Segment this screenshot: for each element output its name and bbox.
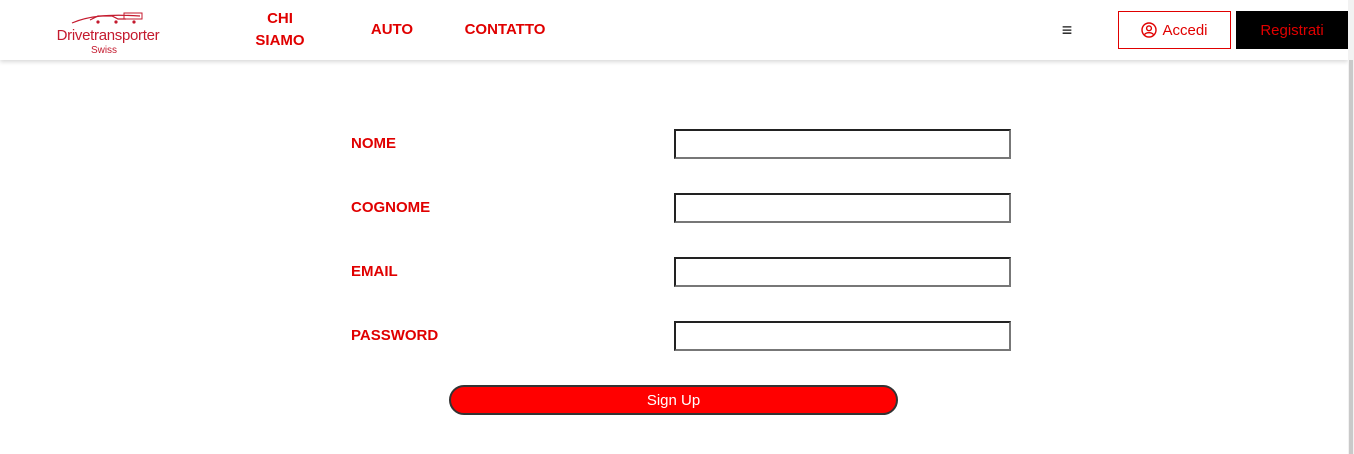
email-input[interactable]	[674, 257, 1011, 287]
brand-logo[interactable]: Drivetransporter Swiss	[48, 10, 168, 56]
user-circle-icon	[1141, 22, 1158, 38]
nav-chi-line1: CHI	[267, 10, 293, 27]
sign-up-button[interactable]: Sign Up	[449, 385, 898, 415]
nav-chi-line2: SIAMO	[255, 32, 305, 49]
cognome-input[interactable]	[674, 193, 1011, 223]
hamburger-menu-icon[interactable]: ≡	[1058, 18, 1076, 42]
brand-subtitle: Swiss	[90, 45, 118, 56]
nav-link-chi-siamo[interactable]: CHI SIAMO	[245, 8, 315, 52]
nav-link-auto[interactable]: AUTO	[362, 19, 422, 41]
accedi-label: Accedi	[1162, 21, 1208, 39]
top-navbar: Drivetransporter Swiss CHI SIAMO AUTO CO…	[0, 0, 1348, 60]
car-transporter-icon	[71, 12, 143, 24]
password-input[interactable]	[674, 321, 1011, 351]
password-label: PASSWORD	[351, 327, 439, 344]
registrati-button[interactable]: Registrati	[1236, 11, 1348, 49]
nome-input[interactable]	[674, 129, 1011, 159]
nome-label: NOME	[351, 135, 396, 152]
brand-name: Drivetransporter	[56, 27, 160, 44]
nav-link-contatto[interactable]: CONTATTO	[455, 19, 555, 41]
cognome-label: COGNOME	[351, 199, 431, 216]
page-scrollbar-thumb[interactable]	[1349, 60, 1353, 454]
email-label: EMAIL	[351, 263, 398, 280]
accedi-button[interactable]: Accedi	[1118, 11, 1231, 49]
